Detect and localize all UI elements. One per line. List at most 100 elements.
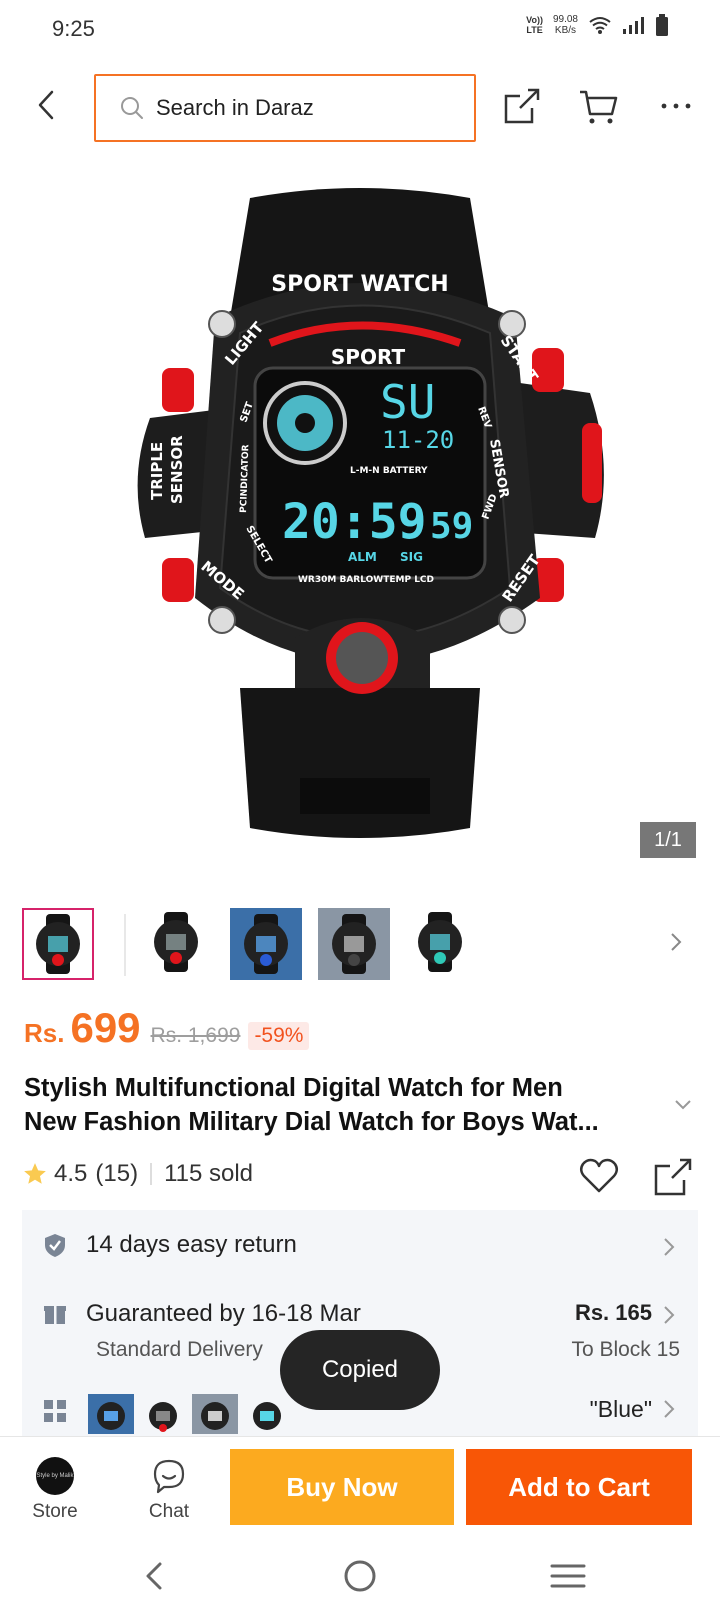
lcd-date-text: 11-20	[382, 426, 454, 454]
search-icon	[121, 97, 143, 119]
watch-sensor-left-text: SENSOR	[168, 435, 186, 504]
variant-thumb-1[interactable]	[88, 1394, 134, 1434]
chevron-down-icon	[675, 1100, 691, 1110]
chevron-right-icon	[671, 933, 682, 951]
speed-unit: KB/s	[554, 25, 577, 36]
lcd-top-text: SU	[380, 375, 435, 429]
price-currency: Rs.	[24, 1018, 65, 1048]
menu-icon	[550, 1564, 586, 1588]
gift-box-icon	[44, 1306, 66, 1324]
original-price: Rs. 1,699	[150, 1024, 241, 1047]
sold-count: 115 sold	[164, 1160, 254, 1187]
rating-divider	[150, 1163, 153, 1185]
nav-recents-button[interactable]	[546, 1554, 590, 1598]
price-row: Rs. 699 Rs. 1,699 -59%	[24, 1004, 310, 1052]
chevron-left-icon	[146, 1562, 162, 1590]
chat-button[interactable]: Chat	[124, 1457, 214, 1527]
delivery-fee: Rs. 165	[574, 1300, 652, 1325]
lcd-time-text: 20:59	[282, 494, 427, 550]
product-title-line-2: New Fashion Military Dial Watch for Boys…	[24, 1108, 599, 1136]
more-options-button[interactable]	[656, 86, 696, 126]
store-label: Store	[32, 1501, 78, 1522]
chat-label: Chat	[148, 1501, 190, 1522]
search-input[interactable]: Search in Daraz	[94, 74, 476, 142]
product-title-line-1: Stylish Multifunctional Digital Watch fo…	[24, 1074, 563, 1102]
watch-illustration: SPORT WATCH SPORT LIGHT START MODE RESET…	[137, 188, 604, 838]
image-counter: 1/1	[640, 822, 696, 858]
return-policy-label: 14 days easy return	[86, 1231, 297, 1258]
heart-icon	[580, 1158, 618, 1193]
watch-brand-text: SPORT WATCH	[271, 272, 448, 297]
network-speed: 99.08 KB/s	[553, 14, 578, 36]
delivery-guarantee-label: Guaranteed by 16-18 Mar	[86, 1300, 361, 1327]
price-value: 699	[70, 1004, 141, 1051]
watch-thumb-icon	[192, 1394, 238, 1434]
store-logo-text: Style by Malik	[36, 1473, 74, 1479]
shield-check-icon	[45, 1234, 65, 1257]
volte-indicator: Vo)) LTE	[526, 15, 543, 35]
watch-thumb-icon	[253, 1402, 281, 1430]
rating-count: (15)	[95, 1160, 139, 1187]
product-share-button[interactable]	[652, 1156, 694, 1198]
thumbnail-1[interactable]	[22, 908, 94, 980]
store-logo: Style by Malik	[36, 1457, 74, 1495]
selected-variant: "Blue"	[589, 1396, 652, 1422]
watch-thumb-icon	[149, 1402, 177, 1432]
share-button[interactable]	[502, 86, 542, 126]
wifi-icon	[588, 15, 612, 35]
store-button[interactable]: Style by Malik Store	[10, 1457, 100, 1527]
volte-label: Vo))	[526, 15, 543, 25]
thumbnail-3[interactable]	[230, 908, 302, 980]
more-icon	[661, 103, 691, 109]
lte-label: LTE	[526, 25, 543, 35]
wishlist-button[interactable]	[578, 1156, 620, 1196]
watch-thumb-icon	[318, 908, 390, 980]
product-title: Stylish Multifunctional Digital Watch fo…	[24, 1071, 664, 1139]
lcd-sig-text: SIG	[400, 550, 423, 564]
expand-title-button[interactable]	[672, 1096, 694, 1112]
watch-triple-text: TRIPLE	[148, 442, 166, 500]
search-placeholder: Search in Daraz	[156, 95, 314, 120]
lcd-alm-text: ALM	[348, 550, 377, 564]
watch-thumb-icon	[230, 908, 302, 980]
add-to-cart-button[interactable]: Add to Cart	[466, 1449, 692, 1525]
share-icon	[654, 1158, 692, 1196]
rating-row[interactable]: 4.5 (15) 115 sold	[22, 1160, 253, 1188]
return-policy-row[interactable]: 14 days easy return	[22, 1210, 698, 1280]
speed-value: 99.08	[552, 14, 578, 25]
thumbnail-2[interactable]	[142, 908, 214, 980]
signal-icon	[622, 15, 646, 35]
share-icon	[504, 88, 540, 124]
buy-now-button[interactable]: Buy Now	[230, 1449, 454, 1525]
thumbnail-5[interactable]	[406, 908, 478, 980]
watch-thumb-icon	[418, 912, 462, 972]
battery-icon	[656, 14, 668, 36]
back-button[interactable]	[30, 88, 64, 122]
chevron-right-icon	[664, 1306, 675, 1324]
lcd-seconds-text: 59	[430, 506, 473, 547]
variant-thumb-3[interactable]	[192, 1394, 238, 1434]
chevron-right-icon	[664, 1400, 675, 1418]
variant-thumb-4[interactable]	[244, 1394, 290, 1434]
chat-icon	[153, 1459, 185, 1494]
grid-icon	[44, 1400, 66, 1422]
lcd-battery-text: L-M-N BATTERY	[350, 466, 428, 476]
bottom-action-bar: Style by Malik Store Chat Buy Now Add to…	[0, 1436, 720, 1536]
cart-icon	[580, 90, 618, 124]
circle-icon	[344, 1560, 376, 1592]
star-icon	[24, 1163, 46, 1184]
nav-back-button[interactable]	[132, 1554, 176, 1598]
delivery-type-label: Standard Delivery	[96, 1338, 263, 1361]
watch-thumb-icon	[88, 1394, 134, 1434]
variant-thumb-2[interactable]	[140, 1394, 186, 1434]
nav-home-button[interactable]	[338, 1554, 382, 1598]
thumbnail-4[interactable]	[318, 908, 390, 980]
rating-score: 4.5	[54, 1160, 88, 1187]
cart-button[interactable]	[578, 86, 618, 126]
status-indicators: Vo)) LTE 99.08 KB/s	[526, 14, 668, 36]
thumbnail-next-button[interactable]	[666, 930, 686, 954]
watch-thumb-icon	[154, 912, 198, 972]
product-image[interactable]: SPORT WATCH SPORT LIGHT START MODE RESET…	[0, 168, 720, 868]
chevron-left-icon	[38, 90, 54, 120]
discount-badge: -59%	[248, 1022, 310, 1050]
